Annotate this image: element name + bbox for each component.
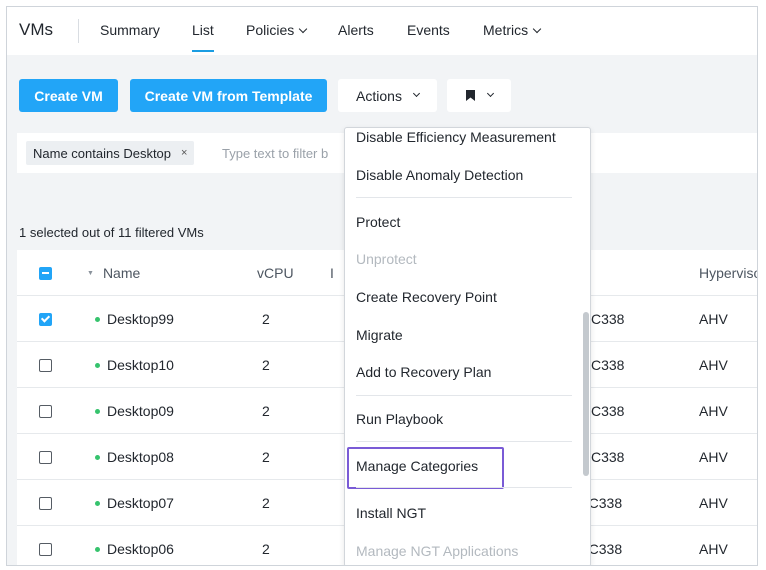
menu-divider <box>356 441 572 442</box>
tab-events[interactable]: Events <box>407 22 450 38</box>
row-checkbox[interactable] <box>39 404 52 418</box>
bookmark-button[interactable] <box>447 79 511 112</box>
row-checkbox[interactable] <box>39 496 52 510</box>
menu-item-create-recovery-point[interactable]: Create Recovery Point <box>356 289 497 305</box>
menu-item-install-ngt[interactable]: Install NGT <box>356 505 426 521</box>
vm-name[interactable]: Desktop10 <box>107 357 174 373</box>
status-dot-icon <box>95 500 100 506</box>
menu-scrollbar[interactable] <box>583 312 589 476</box>
select-all-checkbox[interactable] <box>39 266 52 280</box>
menu-item-protect[interactable]: Protect <box>356 214 400 230</box>
actions-button-label: Actions <box>356 87 402 104</box>
close-icon[interactable]: × <box>181 147 187 159</box>
chevron-down-icon <box>299 24 308 34</box>
filter-chip: Name contains Desktop × <box>26 141 195 165</box>
status-dot-icon <box>95 454 100 460</box>
menu-item-unprotect: Unprotect <box>356 251 417 267</box>
sort-icon: ▼ <box>87 269 94 277</box>
menu-item-manage-categories[interactable]: Manage Categories <box>356 458 478 474</box>
vm-vcpu: 2 <box>262 311 270 327</box>
vm-vcpu: 2 <box>262 541 270 557</box>
top-nav: VMs Summary List Policies Alerts Events … <box>7 7 757 55</box>
tab-policies[interactable]: Policies <box>246 22 308 38</box>
vm-hypervisor: AHV <box>699 449 728 465</box>
status-dot-icon <box>95 408 100 414</box>
filter-chip-label: Name contains Desktop <box>33 145 172 161</box>
menu-divider <box>356 487 572 488</box>
tab-list[interactable]: List <box>192 22 214 52</box>
vm-name[interactable]: Desktop09 <box>107 403 174 419</box>
menu-divider <box>356 395 572 396</box>
row-checkbox[interactable] <box>39 450 52 464</box>
menu-item-manage-ngt-applications: Manage NGT Applications <box>356 543 519 559</box>
vm-hypervisor: AHV <box>699 541 728 557</box>
vm-vcpu: 2 <box>262 403 270 419</box>
column-header-hypervisor[interactable]: Hyperviso <box>699 250 757 296</box>
vm-name[interactable]: Desktop07 <box>107 495 174 511</box>
tab-policies-label: Policies <box>246 22 295 38</box>
column-header-col3[interactable]: I <box>330 250 334 296</box>
vm-vcpu: 2 <box>262 495 270 511</box>
app-frame: VMs Summary List Policies Alerts Events … <box>6 6 758 566</box>
vm-host: C338 <box>591 357 625 373</box>
tab-metrics[interactable]: Metrics <box>483 22 542 38</box>
tab-summary[interactable]: Summary <box>100 22 160 38</box>
menu-item-add-to-recovery-plan[interactable]: Add to Recovery Plan <box>356 364 491 380</box>
menu-divider <box>356 197 572 198</box>
column-header-name-label: Name <box>102 265 141 281</box>
actions-button[interactable]: Actions <box>338 79 437 112</box>
create-vm-button[interactable]: Create VM <box>19 79 118 112</box>
menu-item-disable-efficiency-measurement[interactable]: Disable Efficiency Measurement <box>356 129 556 145</box>
chevron-down-icon <box>486 89 494 98</box>
page-title: VMs <box>19 20 53 39</box>
create-vm-from-template-button[interactable]: Create VM from Template <box>130 79 327 112</box>
row-checkbox[interactable] <box>39 358 52 372</box>
selection-count: 1 selected out of 11 filtered VMs <box>19 225 204 240</box>
vm-name[interactable]: Desktop06 <box>107 541 174 557</box>
nav-divider <box>78 19 79 43</box>
vm-name[interactable]: Desktop08 <box>107 449 174 465</box>
vm-host: C338 <box>591 311 625 327</box>
status-dot-icon <box>95 546 100 552</box>
row-checkbox[interactable] <box>39 542 52 556</box>
vm-vcpu: 2 <box>262 357 270 373</box>
chevron-down-icon <box>532 24 542 34</box>
vm-name[interactable]: Desktop99 <box>107 311 174 327</box>
status-dot-icon <box>95 316 100 322</box>
menu-item-migrate[interactable]: Migrate <box>356 327 403 343</box>
vm-hypervisor: AHV <box>699 311 728 327</box>
menu-item-run-playbook[interactable]: Run Playbook <box>356 411 443 427</box>
status-dot-icon <box>95 362 100 368</box>
bookmark-icon <box>465 90 475 101</box>
vm-hypervisor: AHV <box>699 495 728 511</box>
column-header-name[interactable]: ▼ Name <box>87 250 140 296</box>
tab-metrics-label: Metrics <box>483 22 529 38</box>
row-checkbox[interactable] <box>39 312 52 326</box>
tab-alerts[interactable]: Alerts <box>338 22 374 38</box>
filter-input[interactable] <box>222 141 342 165</box>
column-header-vcpu[interactable]: vCPU <box>257 250 294 296</box>
vm-host: C338 <box>591 403 625 419</box>
vm-hypervisor: AHV <box>699 403 728 419</box>
vm-host: C338 <box>591 449 625 465</box>
vm-vcpu: 2 <box>262 449 270 465</box>
vm-hypervisor: AHV <box>699 357 728 373</box>
actions-dropdown-menu: Disable Efficiency Measurement Disable A… <box>344 127 591 565</box>
chevron-down-icon <box>412 89 420 98</box>
menu-item-disable-anomaly-detection[interactable]: Disable Anomaly Detection <box>356 167 523 183</box>
